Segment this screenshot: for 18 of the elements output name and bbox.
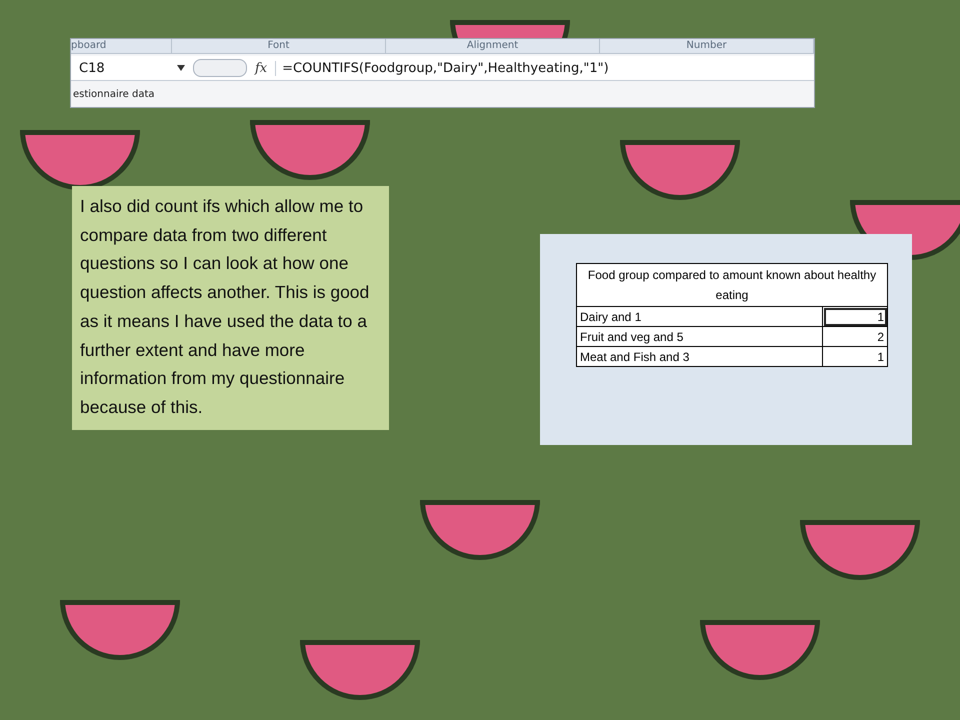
table-cell: Fruit and veg and 5 (576, 326, 822, 346)
ribbon-group-label: Number (600, 39, 814, 53)
table-cell: Meat and Fish and 3 (576, 346, 822, 366)
insert-function-button[interactable]: fx (255, 60, 268, 76)
caret-icon[interactable] (177, 65, 185, 71)
ribbon-group-label: pboard (71, 39, 172, 53)
table-cell: 1 (822, 346, 888, 366)
text-box: I also did count ifs which allow me to compare data from two different questions so I can look at how one question affects another. This is good as it means I have used the data to a further extent and have more information from my questionnaire because of this. (72, 186, 389, 430)
table-cell: 1 (822, 306, 888, 326)
sheet-tab[interactable]: estionnaire data (71, 81, 814, 100)
splitter-handle[interactable] (193, 59, 247, 77)
formula-field[interactable]: =COUNTIFS(Foodgroup,"Dairy",Healthyeating,"1") (275, 60, 609, 76)
table-cell: 2 (822, 326, 888, 346)
ribbon-group-label: Font (172, 39, 386, 53)
name-box[interactable]: C18 (79, 60, 169, 76)
ribbon-group-label: Alignment (386, 39, 600, 53)
table-cell: Dairy and 1 (576, 306, 822, 326)
table-title: Food group compared to amount known about healthy eating (576, 264, 888, 306)
